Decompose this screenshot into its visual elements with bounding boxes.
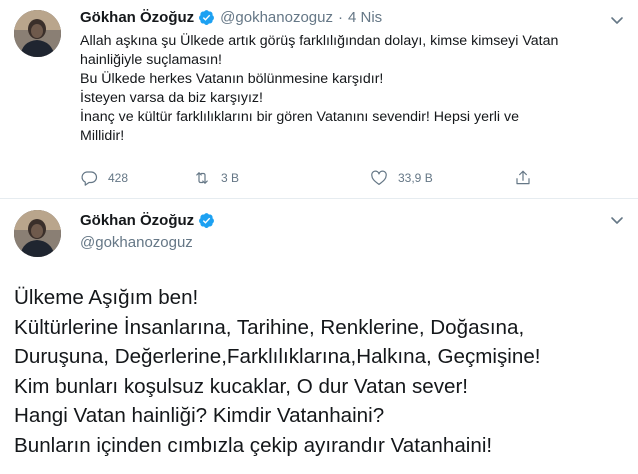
tweet-1[interactable]: Gökhan Özoğuz @gokhanozoguz · 4 Nis Alla… — [0, 0, 638, 200]
reply-count: 428 — [108, 171, 129, 185]
share-icon — [516, 170, 530, 185]
author-handle[interactable]: @gokhanozoguz — [80, 234, 193, 251]
timestamp[interactable]: 4 Nis — [348, 9, 382, 26]
chevron-down-icon[interactable] — [608, 211, 626, 229]
tweet-2-header: Gökhan Özoğuz — [80, 212, 215, 229]
reply-button[interactable]: 428 — [80, 169, 128, 187]
reply-icon — [81, 171, 98, 186]
tweet-actions: 428 3 B 33,9 B — [80, 169, 550, 189]
tweet-text-line: Duruşuna, Değerlerine,Farklılıklarına,Ha… — [14, 345, 541, 368]
tweet-text-line: Millidir! — [80, 128, 125, 144]
author-name[interactable]: Gökhan Özoğuz — [80, 212, 194, 229]
tweet-text-line: Ülkeme Aşığım ben! — [14, 286, 199, 309]
tweet-text-line: hainliğiyle suçlamasın! — [80, 52, 222, 68]
like-count: 33,9 B — [398, 171, 433, 185]
author-handle[interactable]: @gokhanozoguz — [220, 9, 333, 26]
tweet-text: Allah aşkına şu Ülkede artık görüş farkl… — [80, 32, 625, 146]
verified-badge-icon — [198, 212, 215, 229]
separator: · — [337, 9, 343, 26]
tweet-text-line: İsteyen varsa da biz karşıyız! — [80, 90, 263, 106]
author-name[interactable]: Gökhan Özoğuz — [80, 9, 194, 26]
avatar[interactable] — [14, 10, 61, 57]
tweet-text-line: İnanç ve kültür farklılıklarını bir göre… — [80, 109, 519, 125]
like-button[interactable]: 33,9 B — [370, 169, 433, 187]
heart-icon — [371, 170, 387, 185]
verified-badge-icon — [198, 9, 215, 26]
tweet-text-line: Kültürlerine İnsanlarına, Tarihine, Renk… — [14, 315, 525, 339]
tweet-text-line: Bunların içinden cımbızla çekip ayırandı… — [14, 433, 493, 457]
retweet-count: 3 B — [221, 171, 240, 185]
tweet-text-line: Bu Ülkede herkes Vatanın bölünmesine kar… — [80, 71, 384, 87]
retweet-button[interactable]: 3 B — [193, 169, 239, 187]
tweet-header: Gökhan Özoğuz @gokhanozoguz · 4 Nis — [80, 9, 382, 26]
retweet-icon — [196, 172, 208, 184]
tweet-text-line: Kim bunları koşulsuz kucaklar, O dur Vat… — [14, 374, 469, 398]
share-button[interactable] — [514, 169, 532, 187]
chevron-down-icon[interactable] — [608, 11, 626, 29]
tweet-text-line: Hangi Vatan hainliği? Kimdir Vatanhaini? — [14, 404, 385, 427]
tweet-text-line: Allah aşkına şu Ülkede artık görüş farkl… — [80, 33, 559, 49]
tweet-divider — [0, 198, 638, 199]
avatar[interactable] — [14, 210, 61, 257]
tweet-2-text: Ülkeme Aşığım ben! Kültürlerine İnsanlar… — [14, 283, 634, 460]
